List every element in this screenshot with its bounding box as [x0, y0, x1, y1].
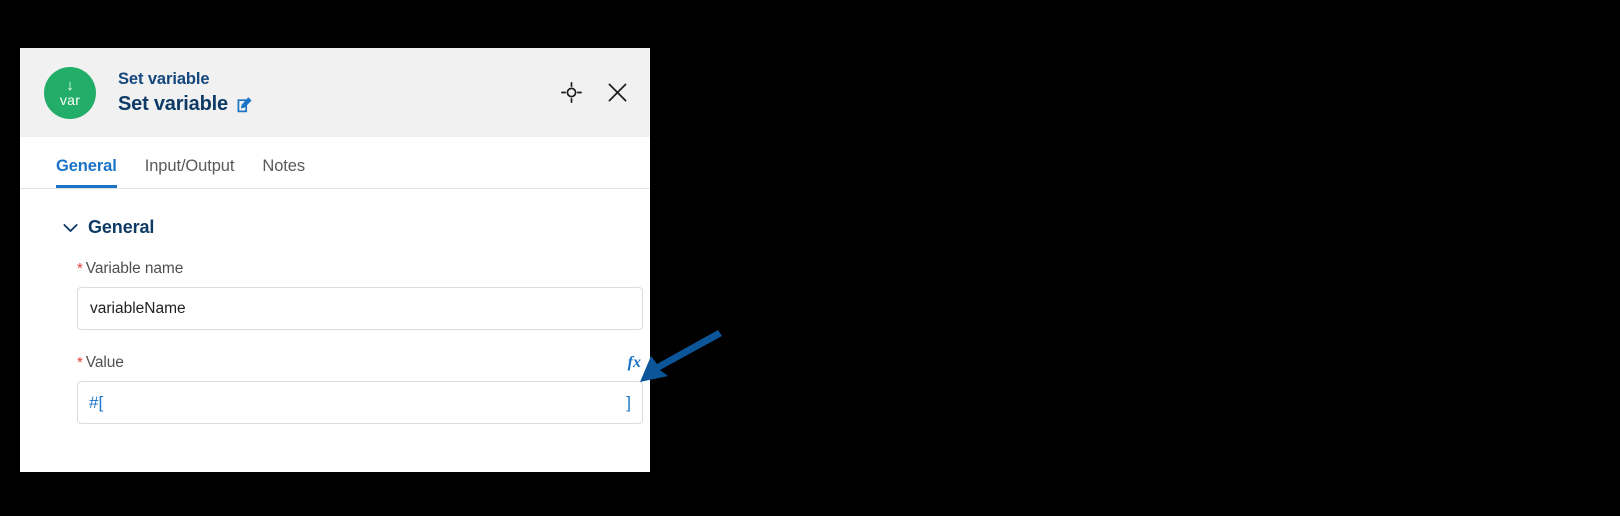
tab-general[interactable]: General — [56, 157, 117, 188]
node-type-label: Set variable — [118, 69, 210, 88]
value-expression-input[interactable]: #[ ] — [77, 381, 643, 424]
general-section-header[interactable]: General — [20, 217, 650, 238]
required-asterisk: * — [77, 354, 83, 371]
expression-open-token: #[ — [89, 392, 104, 412]
panel-tabs: General Input/Output Notes — [20, 137, 650, 189]
required-asterisk: * — [77, 260, 83, 277]
focus-target-icon[interactable] — [560, 82, 582, 104]
close-x-icon[interactable] — [606, 82, 628, 104]
value-label: * Value — [77, 354, 124, 372]
node-name-row: Set variable — [118, 92, 254, 116]
edit-pencil-icon[interactable] — [237, 96, 254, 113]
panel-header: ↓ var Set variable Set variable — [20, 48, 650, 137]
variable-name-label: * Variable name — [77, 260, 183, 278]
expression-close-token: ] — [626, 392, 631, 412]
chevron-down-icon[interactable] — [63, 223, 78, 233]
node-properties-panel: ↓ var Set variable Set variable General … — [20, 48, 650, 472]
node-name-label: Set variable — [118, 93, 228, 116]
tab-notes[interactable]: Notes — [262, 157, 305, 188]
variable-name-label-row: * Variable name — [77, 260, 643, 278]
value-field: * Value fx #[ ] — [20, 354, 650, 424]
variable-name-label-text: Variable name — [85, 260, 184, 277]
general-section-title: General — [88, 217, 155, 237]
node-icon-label: var — [59, 92, 81, 108]
variable-name-field: * Variable name — [20, 260, 650, 330]
value-label-text: Value — [85, 354, 124, 371]
fx-expression-icon[interactable]: fx — [628, 354, 643, 372]
tab-input-output[interactable]: Input/Output — [145, 157, 235, 188]
panel-body: General *Variable name *Value fx #[ ] — [20, 189, 650, 424]
header-titles: Set variable Set variable — [118, 69, 254, 117]
variable-name-input[interactable] — [77, 287, 643, 330]
set-variable-node-icon: ↓ var — [44, 66, 96, 119]
down-arrow-icon: ↓ — [66, 77, 74, 94]
value-label-row: * Value fx — [77, 354, 643, 372]
field-spacer — [20, 330, 650, 354]
header-actions — [560, 82, 628, 104]
